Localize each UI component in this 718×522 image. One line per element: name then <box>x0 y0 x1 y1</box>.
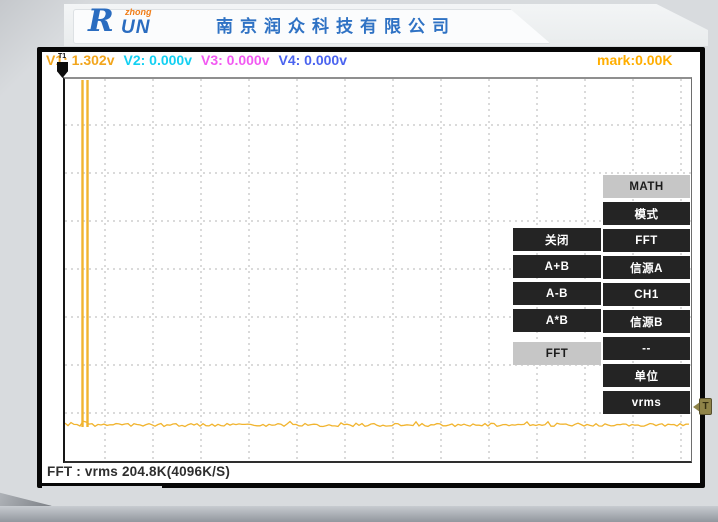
menu-item-unit[interactable]: 单位 <box>603 364 690 387</box>
menu-item-mode[interactable]: 模式 <box>603 202 690 225</box>
case-bottom-corner <box>42 486 162 508</box>
measurement-v1: V1: 1.302v <box>46 52 115 68</box>
menu-item-ch1[interactable]: CH1 <box>603 283 690 306</box>
measurement-v2: V2: 0.000v <box>124 52 193 68</box>
submenu-item-a-minus-b[interactable]: A-B <box>513 282 601 305</box>
menu-item-vrms[interactable]: vrms <box>603 391 690 414</box>
menu-item-source-b[interactable]: 信源B <box>603 310 690 333</box>
submenu-item-fft-selected[interactable]: FFT <box>513 342 601 365</box>
company-name: 南京润众科技有限公司 <box>216 17 456 37</box>
menu-title-math[interactable]: MATH <box>603 175 690 198</box>
menu-item-source-a[interactable]: 信源A <box>603 256 690 279</box>
mark-readout: mark:0.00K <box>597 52 673 68</box>
measurement-v4: V4: 0.000v <box>279 52 348 68</box>
knob-label: T <box>699 398 712 415</box>
submenu-item-a-times-b[interactable]: A*B <box>513 309 601 332</box>
submenu-item-close[interactable]: 关闭 <box>513 228 601 251</box>
math-menu: MATH 模式 FFT 信源A CH1 信源B -- 单位 vrms <box>603 175 690 414</box>
submenu-item-a-plus-b[interactable]: A+B <box>513 255 601 278</box>
side-knob[interactable]: T <box>693 398 714 418</box>
menu-item-dashes[interactable]: -- <box>603 337 690 360</box>
trigger-marker-label: T1 <box>58 53 66 60</box>
brand-logo: R <box>88 6 114 37</box>
oscilloscope-case: R UN zhong 南京润众科技有限公司 V1: 1.302v V2: 0.00… <box>0 0 718 522</box>
case-bottom-band <box>0 506 718 522</box>
measurement-v3: V3: 0.000v <box>201 52 270 68</box>
brand-logo-un: UN <box>121 18 150 37</box>
status-bar: FFT : vrms 204.8K(4096K/S) <box>47 464 230 479</box>
menu-item-fft[interactable]: FFT <box>603 229 690 252</box>
brand-logo-zhong: zhong <box>125 8 152 17</box>
math-submenu: 关闭 A+B A-B A*B FFT <box>513 228 601 365</box>
measurement-row: V1: 1.302v V2: 0.000v V3: 0.000v V4: 0.000v <box>46 52 356 68</box>
